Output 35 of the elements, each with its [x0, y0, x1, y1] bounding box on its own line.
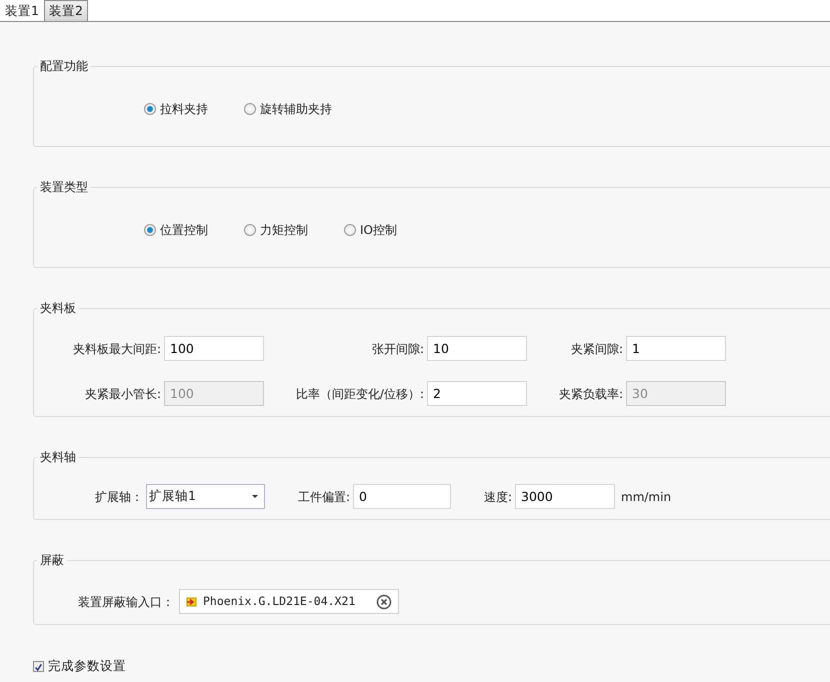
field-label: 工件偏置:	[296, 488, 350, 506]
group-title: 夹料轴	[39, 449, 77, 465]
checkbox[interactable]	[33, 660, 44, 672]
input-field[interactable]: 3000	[515, 484, 615, 509]
radio-button[interactable]: 位置控制	[144, 221, 244, 239]
field-label: 夹料板最大间距:	[72, 340, 161, 358]
input-field[interactable]: Phoenix.G.LD21E-04.X21	[179, 589, 399, 614]
radio-button[interactable]: 旋转辅助夹持	[244, 100, 344, 118]
field-label: 夹紧最小管长:	[84, 386, 161, 402]
input-field[interactable]: 10	[427, 336, 527, 361]
field-label: 装置屏蔽输入口：	[77, 594, 174, 610]
input-field[interactable]: 0	[353, 484, 451, 509]
group-title: 屏蔽	[39, 552, 65, 568]
input-field[interactable]: 1	[626, 336, 726, 361]
input-field[interactable]: 2	[427, 381, 527, 406]
arrow-icon	[186, 596, 197, 606]
field-label: 比率（间距变化/位移）:	[294, 386, 424, 402]
unit-label: mm/min	[620, 488, 672, 506]
group-title: 夹料板	[39, 300, 77, 316]
group-title: 配置功能	[39, 58, 89, 74]
field-label: 夹紧负载率:	[558, 386, 623, 402]
field-label: 张开间隙:	[370, 340, 424, 358]
dropdown[interactable]: 扩展轴1	[146, 484, 265, 509]
radio-button[interactable]: IO控制	[344, 221, 444, 239]
tab[interactable]: 装置2	[44, 0, 88, 21]
radio-button[interactable]: 力矩控制	[244, 221, 344, 239]
group-title: 装置类型	[39, 179, 89, 195]
input-field[interactable]: 100	[164, 336, 264, 361]
clear-button[interactable]	[376, 594, 392, 610]
field-label: 扩展轴：	[94, 488, 143, 506]
field-label: 速度:	[482, 488, 512, 506]
radio-button[interactable]: 拉料夹持	[144, 100, 244, 118]
field-label: 夹紧间隙:	[570, 340, 623, 358]
checkbox-label[interactable]: 完成参数设置	[48, 657, 126, 676]
caret-icon	[252, 495, 258, 498]
